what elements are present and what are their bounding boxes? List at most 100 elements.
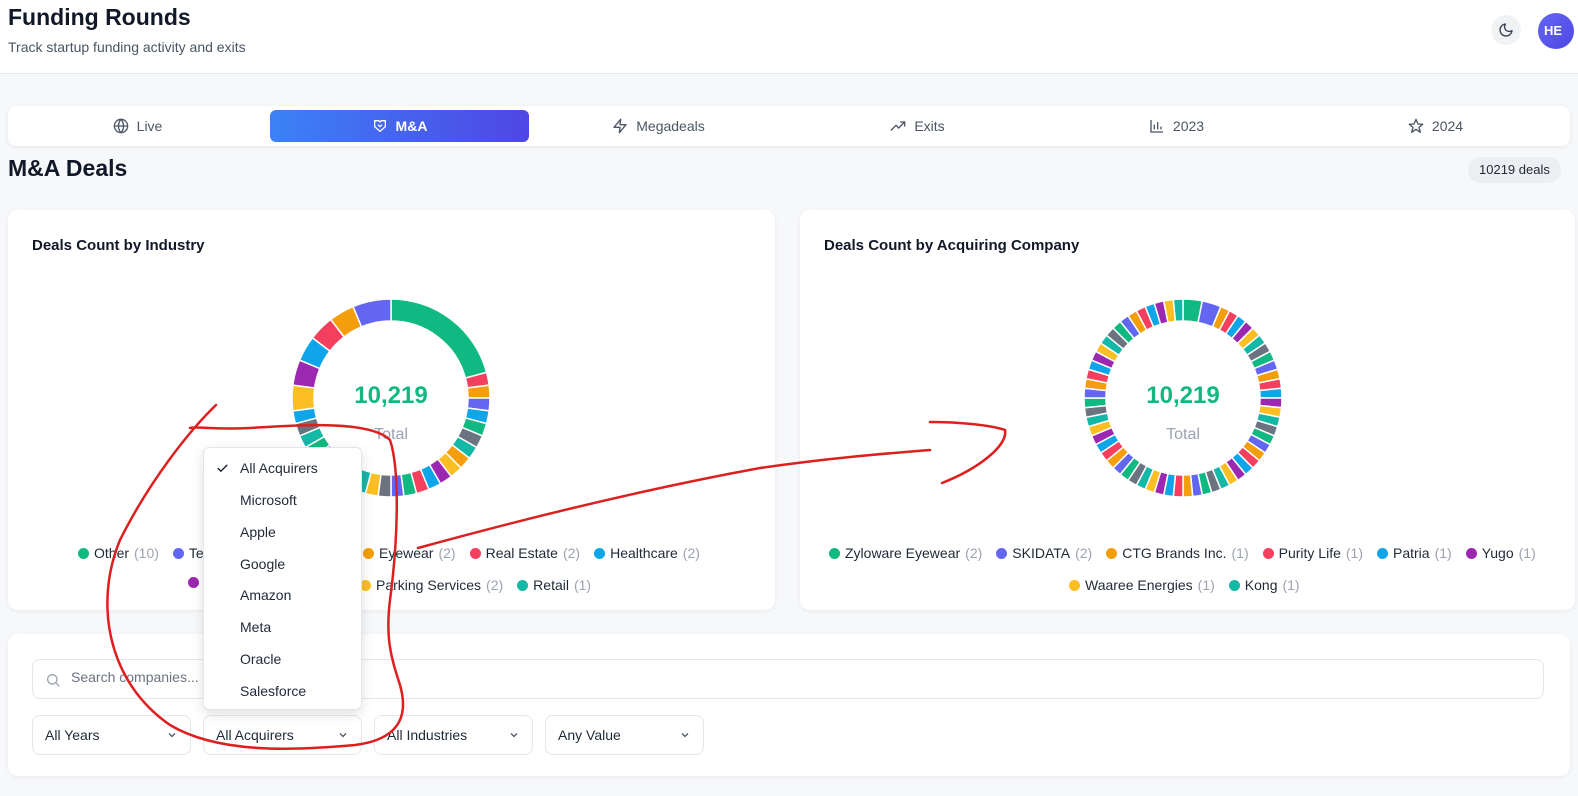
legend-dot <box>1465 547 1477 559</box>
deal-count-badge: 10219 deals <box>1468 157 1561 183</box>
chart-legend-row: Zyloware Eyewear (2) SKIDATA (2) CTG Brand… <box>829 545 1536 561</box>
dropdown-option[interactable]: Salesforce <box>204 676 361 706</box>
legend-count: (2) <box>486 577 504 593</box>
legend-count: (1) <box>1345 545 1363 561</box>
dropdown-option[interactable]: Amazon <box>204 580 361 610</box>
donut-slice[interactable] <box>390 473 405 498</box>
tab-label: 2024 <box>1431 118 1464 134</box>
legend-item[interactable]: Yugo (1) <box>1465 545 1536 561</box>
chart-title: Deals Count by Industry <box>32 237 205 254</box>
value-select[interactable]: Any Value <box>545 715 704 755</box>
globe-icon <box>113 118 128 134</box>
star-icon <box>1408 118 1424 133</box>
legend-count: (2) <box>965 545 983 561</box>
dropdown-option[interactable]: Meta <box>204 612 361 642</box>
select-value: All Years <box>45 727 100 743</box>
handshake-icon <box>373 120 386 132</box>
legend-label: Purity Life <box>1278 545 1341 561</box>
legend-label: Yugo <box>1481 545 1514 561</box>
donut-slice[interactable] <box>1182 473 1194 498</box>
legend-item[interactable]: Patria (1) <box>1377 545 1452 561</box>
legend-label: Other <box>94 545 130 561</box>
dropdown-option[interactable]: Oracle <box>204 644 361 674</box>
tab-exits[interactable]: Exits <box>788 110 1047 142</box>
select-value: Any Value <box>558 727 621 743</box>
tab-2023[interactable]: 2023 <box>1047 110 1306 142</box>
legend-dot <box>1069 579 1080 591</box>
legend-dot <box>996 547 1008 559</box>
donut-total-value: 10,219 <box>1146 382 1220 409</box>
donut-total-value: 10,219 <box>354 382 428 409</box>
chevron-down-icon <box>339 733 347 738</box>
years-select[interactable]: All Years <box>32 715 191 755</box>
chart-legend-row: Parking Services (2) Retail (1) <box>360 577 591 593</box>
legend-dot <box>469 547 481 559</box>
legend-dot <box>1262 547 1274 559</box>
legend-item[interactable]: Te <box>172 545 204 561</box>
check-icon <box>217 464 228 473</box>
dropdown-option[interactable]: Apple <box>204 517 361 547</box>
legend-dot <box>1228 579 1240 591</box>
chart-legend-row: Eyewear (2) Real Estate (2) Healthcare (2) <box>363 545 700 561</box>
dropdown-option[interactable]: Google <box>204 549 361 579</box>
legend-count: (1) <box>1282 577 1300 593</box>
acquirers-select[interactable]: All Acquirers <box>203 715 362 755</box>
legend-item[interactable] <box>188 577 199 588</box>
legend-item[interactable]: Other (10) <box>78 545 159 561</box>
chart-legend-row: Waaree Energies (1) Kong (1) <box>1069 577 1300 593</box>
theme-toggle-button[interactable] <box>1491 15 1521 45</box>
tab-label: M&A <box>395 118 428 134</box>
legend-item[interactable]: Real Estate (2) <box>469 545 580 561</box>
tab-megadeals[interactable]: Megadeals <box>529 110 788 142</box>
bar-chart-icon <box>1150 120 1163 133</box>
legend-dot <box>517 579 529 591</box>
legend-item[interactable]: CTG Brands Inc. (1) <box>1106 545 1249 561</box>
page-header: Funding Rounds Track startup funding act… <box>0 0 1578 74</box>
legend-item[interactable]: Zyloware Eyewear (2) <box>829 545 982 561</box>
legend-item[interactable]: SKIDATA (2) <box>996 545 1092 561</box>
dropdown-option[interactable]: All Acquirers <box>204 453 361 483</box>
tab-live[interactable]: Live <box>8 110 267 142</box>
legend-item[interactable]: Waaree Energies (1) <box>1069 577 1215 593</box>
page-title: Funding Rounds <box>8 4 191 30</box>
legend-dot <box>829 547 840 559</box>
legend-item[interactable]: Healthcare (2) <box>594 545 700 561</box>
legend-label: CTG Brands Inc. <box>1122 545 1227 561</box>
legend-count: (1) <box>1434 545 1452 561</box>
page-subtitle: Track startup funding activity and exits <box>8 39 246 55</box>
legend-label: Retail <box>533 577 569 593</box>
legend-count: (1) <box>573 577 592 593</box>
legend-label: Te <box>188 545 204 561</box>
tab-label: Megadeals <box>636 118 705 134</box>
legend-label: Kong <box>1244 577 1278 593</box>
tab-label: Exits <box>914 118 945 134</box>
legend-label: Zyloware Eyewear <box>845 545 961 561</box>
donut-slice[interactable] <box>390 298 488 379</box>
donut-slice[interactable] <box>1172 298 1184 323</box>
select-value: All Industries <box>387 727 468 743</box>
acquirers-dropdown-menu: All Acquirers Microsoft Apple Google Ama… <box>203 447 362 710</box>
industry-chart-card: Deals Count by Industry 10,219 Total Oth… <box>8 210 775 610</box>
legend-item[interactable]: Parking Services (2) <box>360 577 503 593</box>
legend-item[interactable]: Kong (1) <box>1228 577 1300 593</box>
trending-up-icon <box>890 121 906 131</box>
avatar[interactable]: HE <box>1538 13 1574 49</box>
legend-count: (1) <box>1518 545 1536 561</box>
tab-label: 2023 <box>1172 118 1205 134</box>
legend-label: Real Estate <box>485 545 558 561</box>
dropdown-option[interactable]: Microsoft <box>204 485 361 515</box>
tab-bar: Live M&A Megadeals Exits 2023 2024 <box>8 106 1570 146</box>
tab-2024[interactable]: 2024 <box>1306 110 1565 142</box>
chart-legend-row <box>188 577 199 588</box>
legend-item[interactable]: Purity Life (1) <box>1262 545 1363 561</box>
legend-label: Eyewear <box>379 545 434 561</box>
legend-item[interactable]: Retail (1) <box>517 577 591 593</box>
legend-item[interactable]: Eyewear (2) <box>363 545 456 561</box>
chart-legend-row: Other (10) Te <box>78 545 204 561</box>
tab-label: Live <box>136 118 163 134</box>
search-icon <box>47 674 60 687</box>
tab-ma[interactable]: M&A <box>270 110 529 142</box>
legend-dot <box>78 547 89 559</box>
industries-select[interactable]: All Industries <box>374 715 533 755</box>
chart-title: Deals Count by Acquiring Company <box>824 237 1080 254</box>
